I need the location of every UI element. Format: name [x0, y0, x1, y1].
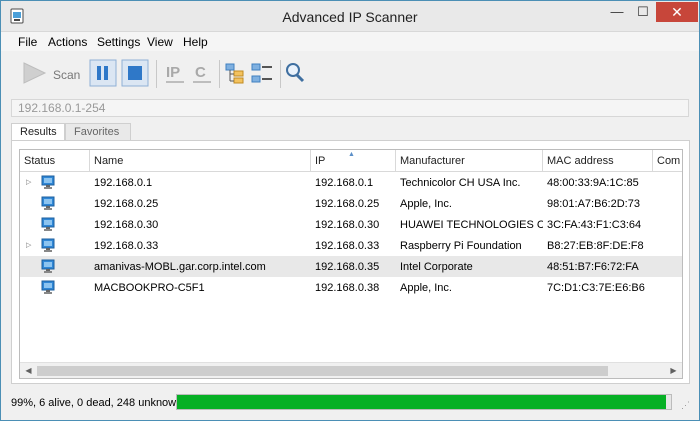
pause-button[interactable]	[89, 58, 117, 88]
app-window: Advanced IP Scanner — ☐ ✕ File Actions S…	[0, 0, 700, 421]
menu-view[interactable]: View	[147, 35, 173, 49]
computer-icon	[41, 175, 55, 189]
expand-all-button[interactable]	[224, 58, 246, 88]
scan-progress-bar	[176, 394, 672, 410]
results-panel: Status Name IP Manufacturer MAC address …	[11, 140, 690, 384]
cell-mac: 48:51:B7:F6:72:FA	[547, 261, 639, 273]
progress-fill	[177, 395, 666, 409]
collapse-all-icon	[251, 63, 272, 83]
svg-text:C: C	[195, 64, 206, 81]
cell-manufacturer: Raspberry Pi Foundation	[400, 240, 522, 252]
c-button[interactable]: C	[191, 58, 213, 88]
cell-name: amanivas-MOBL.gar.corp.intel.com	[94, 261, 266, 273]
status-text: 99%, 6 alive, 0 dead, 248 unknown	[11, 397, 183, 409]
computer-icon	[41, 259, 55, 273]
cell-ip: 192.168.0.30	[315, 219, 380, 231]
cell-manufacturer: Apple, Inc.	[400, 282, 452, 294]
stop-button[interactable]	[121, 58, 149, 88]
table-row[interactable]: 192.168.0.30 192.168.0.30 HUAWEI TECHNOL…	[20, 214, 682, 235]
expand-icon[interactable]: ▷	[26, 178, 31, 186]
play-icon	[23, 62, 47, 84]
computer-icon	[41, 280, 55, 294]
window-title: Advanced IP Scanner	[282, 9, 418, 25]
scan-button[interactable]: Scan	[17, 58, 81, 88]
cell-manufacturer: Intel Corporate	[400, 261, 473, 273]
scroll-right-icon[interactable]: ▶	[665, 363, 682, 378]
cell-mac: B8:27:EB:8F:DE:F8	[547, 240, 644, 252]
cell-mac: 3C:FA:43:F1:C3:64	[547, 219, 642, 231]
table-row[interactable]: amanivas-MOBL.gar.corp.intel.com 192.168…	[20, 256, 682, 277]
cell-name: MACBOOKPRO-C5F1	[94, 282, 205, 294]
ip-range-input[interactable]	[11, 99, 689, 117]
menu-actions[interactable]: Actions	[48, 35, 87, 49]
column-header-status[interactable]: Status	[20, 150, 90, 172]
menu-settings[interactable]: Settings	[97, 35, 140, 49]
cell-mac: 98:01:A7:B6:2D:73	[547, 198, 640, 210]
cell-mac: 48:00:33:9A:1C:85	[547, 177, 639, 189]
title-bar[interactable]: Advanced IP Scanner — ☐ ✕	[1, 1, 699, 32]
scrollbar-thumb[interactable]	[37, 366, 608, 376]
cell-ip: 192.168.0.25	[315, 198, 380, 210]
close-button[interactable]: ✕	[656, 2, 698, 22]
status-bar: 99%, 6 alive, 0 dead, 248 unknown ⋰	[1, 390, 699, 420]
toolbar-separator	[219, 60, 220, 88]
column-header-manufacturer[interactable]: Manufacturer	[396, 150, 543, 172]
column-header-mac[interactable]: MAC address	[543, 150, 653, 172]
column-header-name[interactable]: Name	[90, 150, 311, 172]
cell-name: 192.168.0.33	[94, 240, 159, 252]
table-row[interactable]: ▷ 192.168.0.1 192.168.0.1 Technicolor CH…	[20, 172, 682, 193]
ip-icon: IP	[166, 64, 184, 83]
cell-manufacturer: Technicolor CH USA Inc.	[400, 177, 521, 189]
cell-name: 192.168.0.30	[94, 219, 159, 231]
cell-ip: 192.168.0.35	[315, 261, 380, 273]
computer-icon	[41, 217, 55, 231]
table-row[interactable]: ▷ 192.168.0.33 192.168.0.33 Raspberry Pi…	[20, 235, 682, 256]
resize-grip-icon[interactable]: ⋰	[681, 400, 690, 411]
cell-name: 192.168.0.25	[94, 198, 159, 210]
horizontal-scrollbar[interactable]: ◀ ▶	[20, 362, 682, 378]
toolbar-separator	[156, 60, 157, 88]
maximize-button[interactable]: ☐	[630, 2, 656, 22]
table-row[interactable]: 192.168.0.25 192.168.0.25 Apple, Inc. 98…	[20, 193, 682, 214]
minimize-button[interactable]: —	[604, 2, 630, 22]
computer-icon	[41, 238, 55, 252]
tab-results[interactable]: Results	[11, 123, 65, 141]
expand-icon[interactable]: ▷	[26, 241, 31, 249]
cell-ip: 192.168.0.1	[315, 177, 374, 189]
stop-icon	[121, 59, 149, 87]
menu-file[interactable]: File	[18, 35, 37, 49]
column-header-comments[interactable]: Com	[653, 150, 682, 172]
scan-label: Scan	[53, 68, 81, 82]
results-table: Status Name IP Manufacturer MAC address …	[19, 149, 683, 379]
svg-text:IP: IP	[166, 64, 180, 81]
table-row[interactable]: MACBOOKPRO-C5F1 192.168.0.38 Apple, Inc.…	[20, 277, 682, 298]
cell-mac: 7C:D1:C3:7E:E6:B6	[547, 282, 645, 294]
pause-icon	[89, 59, 117, 87]
menu-bar: File Actions Settings View Help	[1, 32, 699, 51]
toolbar: Scan IP C	[1, 52, 699, 96]
toolbar-separator	[280, 60, 281, 88]
scroll-left-icon[interactable]: ◀	[20, 363, 37, 378]
search-button[interactable]	[284, 58, 306, 88]
menu-help[interactable]: Help	[183, 35, 208, 49]
cell-ip: 192.168.0.33	[315, 240, 380, 252]
computer-icon	[41, 196, 55, 210]
search-icon	[286, 63, 305, 83]
tab-favorites[interactable]: Favorites	[65, 123, 131, 140]
ip-button[interactable]: IP	[164, 58, 186, 88]
c-icon: C	[193, 64, 211, 83]
cell-manufacturer: Apple, Inc.	[400, 198, 452, 210]
sort-ascending-icon: ▲	[348, 151, 355, 158]
cell-ip: 192.168.0.38	[315, 282, 380, 294]
cell-name: 192.168.0.1	[94, 177, 153, 189]
collapse-all-button[interactable]	[250, 58, 274, 88]
expand-all-icon	[225, 63, 244, 84]
cell-manufacturer: HUAWEI TECHNOLOGIES CO....	[400, 219, 543, 231]
